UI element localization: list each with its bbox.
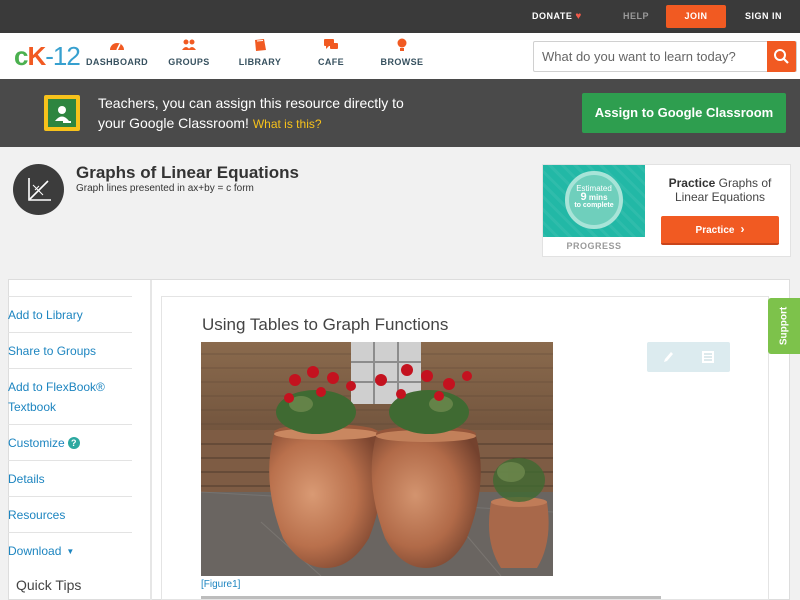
- banner-line-1: Teachers, you can assign this resource d…: [98, 95, 404, 111]
- help-question-icon[interactable]: ?: [67, 437, 80, 449]
- chevron-right-icon: ›: [740, 222, 745, 236]
- progress-label: PROGRESS: [566, 241, 622, 251]
- article-title: Using Tables to Graph Functions: [202, 315, 449, 334]
- nav-cafe-label: CAFE: [317, 57, 345, 67]
- top-utility-bar: DONATE ♥ HELP JOIN SIGN IN: [0, 0, 800, 33]
- terracotta-pots-photo: [201, 342, 553, 576]
- search-icon: [774, 49, 789, 64]
- heart-icon: ♥: [575, 11, 582, 22]
- nav-cafe[interactable]: CAFE: [296, 38, 366, 67]
- pencil-icon[interactable]: [661, 350, 675, 364]
- practice-title: Practice Graphs of Linear Equations: [655, 176, 785, 204]
- main-nav: cK-12 DASHBOARD GROUPS LIBRARY CAFE BROW…: [0, 33, 800, 79]
- progress-area: Estimated 9 mins to complete: [543, 165, 645, 237]
- article-tools: [647, 342, 730, 372]
- nav-dashboard[interactable]: DASHBOARD: [82, 38, 152, 67]
- add-to-flexbook-label: Add to FlexBook®: [8, 380, 105, 394]
- nav-groups[interactable]: GROUPS: [154, 38, 224, 67]
- concept-subtitle: Graph lines presented in ax+by = c form: [76, 183, 254, 194]
- help-link[interactable]: HELP: [623, 0, 649, 33]
- nav-library[interactable]: LIBRARY: [225, 38, 295, 67]
- to-complete-label: to complete: [574, 202, 614, 209]
- sidebar-item-download[interactable]: Download ▼: [8, 532, 132, 568]
- groups-icon: [182, 39, 196, 50]
- practice-button-label: Practice: [695, 225, 735, 236]
- support-label: Support: [778, 306, 790, 346]
- practice-button[interactable]: Practice ›: [661, 216, 779, 245]
- logo-12: -12: [45, 41, 81, 71]
- logo-c: c: [14, 41, 29, 71]
- textbook-label: Textbook: [8, 400, 57, 414]
- figure-link[interactable]: [Figure1]: [201, 579, 240, 590]
- banner-line-2: your Google Classroom!: [98, 115, 249, 131]
- nav-groups-label: GROUPS: [168, 57, 210, 67]
- banner-message: Teachers, you can assign this resource d…: [98, 93, 458, 134]
- donate-link[interactable]: DONATE ♥: [532, 0, 582, 33]
- sidebar-item-customize[interactable]: Customize?: [8, 424, 132, 460]
- nav-browse[interactable]: BROWSE: [367, 38, 437, 67]
- quick-tips-heading[interactable]: Quick Tips: [16, 577, 81, 593]
- donate-label: DONATE: [532, 11, 573, 21]
- sign-in-link[interactable]: SIGN IN: [745, 0, 782, 33]
- google-classroom-icon: [44, 95, 80, 131]
- practice-title-bold: Practice: [668, 176, 716, 190]
- sidebar-item-resources[interactable]: Resources: [8, 496, 132, 532]
- progress-circle: Estimated 9 mins to complete: [565, 171, 623, 229]
- logo-k: K: [27, 41, 46, 71]
- customize-label: Customize: [8, 436, 65, 450]
- dashboard-icon: [110, 43, 124, 51]
- nav-library-label: LIBRARY: [238, 57, 282, 67]
- estimated-label: Estimated: [576, 184, 612, 193]
- sidebar-item-share-to-groups[interactable]: Share to Groups: [8, 332, 132, 368]
- what-is-this-link[interactable]: What is this?: [253, 117, 322, 131]
- practice-card: Estimated 9 mins to complete PROGRESS Pr…: [542, 164, 791, 257]
- google-classroom-banner: Teachers, you can assign this resource d…: [0, 79, 800, 147]
- mins-label: 9 mins: [569, 192, 619, 203]
- notes-icon[interactable]: [701, 350, 715, 364]
- graph-concept-icon: [13, 164, 64, 215]
- search-input[interactable]: [534, 42, 768, 71]
- search-button[interactable]: [767, 41, 796, 72]
- sidebar-divider: [150, 280, 152, 600]
- sidebar-item-add-to-library[interactable]: Add to Library: [8, 296, 132, 332]
- support-tab[interactable]: Support: [768, 298, 800, 354]
- sidebar-item-add-to-flexbook[interactable]: Add to FlexBook® Textbook: [8, 368, 132, 424]
- ck12-logo[interactable]: cK-12: [14, 41, 81, 71]
- caret-down-icon: ▼: [66, 547, 75, 556]
- assign-to-google-classroom-button[interactable]: Assign to Google Classroom: [582, 93, 786, 133]
- concept-title: Graphs of Linear Equations: [76, 163, 299, 182]
- browse-icon: [397, 38, 407, 51]
- mins-word: mins: [588, 193, 608, 202]
- library-icon: [255, 39, 266, 51]
- join-button[interactable]: JOIN: [666, 5, 726, 28]
- caption-text-fragment: [201, 595, 661, 600]
- download-label: Download: [8, 544, 62, 558]
- sidebar-item-details[interactable]: Details: [8, 460, 132, 496]
- nav-dashboard-label: DASHBOARD: [85, 57, 149, 67]
- search-box: [533, 41, 797, 72]
- cafe-icon: [324, 39, 338, 49]
- nav-browse-label: BROWSE: [380, 57, 424, 67]
